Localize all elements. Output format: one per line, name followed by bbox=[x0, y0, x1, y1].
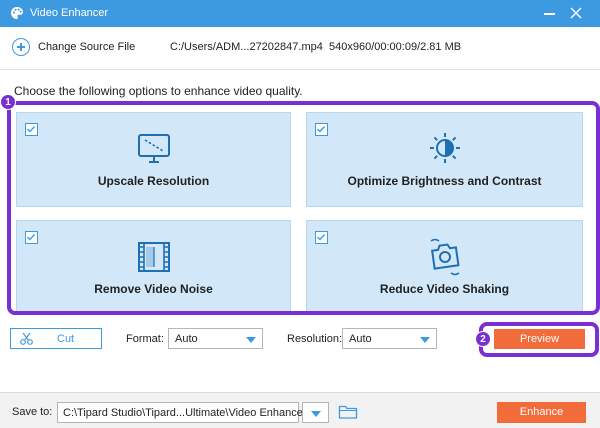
save-path-field[interactable]: C:\Tipard Studio\Tipard...Ultimate\Video… bbox=[57, 402, 307, 423]
divider bbox=[0, 69, 600, 70]
option-label: Upscale Resolution bbox=[97, 174, 210, 188]
source-file-row: Change Source File C:/Users/ADM...272028… bbox=[0, 27, 600, 69]
window-title: Video Enhancer bbox=[30, 7, 109, 19]
chevron-down-icon bbox=[420, 337, 430, 343]
minimize-button[interactable] bbox=[540, 3, 560, 23]
annotation-badge: 2 bbox=[475, 331, 491, 347]
palette-icon bbox=[11, 7, 23, 19]
format-value: Auto bbox=[175, 333, 198, 345]
footer-bar: Save to: C:\Tipard Studio\Tipard...Ultim… bbox=[0, 392, 600, 428]
chevron-down-icon bbox=[246, 337, 256, 343]
monitor-icon bbox=[137, 134, 170, 163]
save-path-dropdown-button[interactable] bbox=[302, 402, 329, 423]
optimize-brightness-checkbox[interactable] bbox=[315, 123, 328, 136]
brightness-icon bbox=[429, 133, 460, 163]
add-circle-icon[interactable] bbox=[12, 38, 30, 56]
cut-button[interactable]: Cut bbox=[10, 328, 102, 349]
camera-shake-icon bbox=[430, 238, 460, 276]
remove-noise-checkbox[interactable] bbox=[25, 231, 38, 244]
checkmark-icon bbox=[27, 126, 36, 133]
option-label: Remove Video Noise bbox=[94, 282, 213, 296]
scissors-icon bbox=[20, 332, 33, 345]
save-to-label: Save to: bbox=[12, 406, 53, 418]
change-source-file-button[interactable]: Change Source File bbox=[38, 41, 135, 53]
resolution-select[interactable]: Auto bbox=[342, 328, 437, 349]
title-bar: Video Enhancer bbox=[0, 0, 600, 27]
option-upscale-resolution[interactable]: Upscale Resolution bbox=[16, 112, 291, 207]
format-label: Format: bbox=[126, 333, 164, 345]
option-label: Optimize Brightness and Contrast bbox=[347, 174, 542, 188]
cut-label: Cut bbox=[57, 333, 75, 345]
close-icon bbox=[570, 7, 582, 19]
option-label: Reduce Video Shaking bbox=[379, 282, 510, 296]
folder-icon[interactable] bbox=[338, 404, 358, 420]
format-select[interactable]: Auto bbox=[168, 328, 263, 349]
option-reduce-video-shaking[interactable]: Reduce Video Shaking bbox=[306, 220, 583, 312]
close-button[interactable] bbox=[566, 3, 586, 23]
annotation-badge: 1 bbox=[0, 94, 16, 110]
resolution-value: Auto bbox=[349, 333, 372, 345]
resolution-label: Resolution: bbox=[287, 333, 343, 345]
option-optimize-brightness[interactable]: Optimize Brightness and Contrast bbox=[306, 112, 583, 207]
checkmark-icon bbox=[27, 234, 36, 241]
reduce-shaking-checkbox[interactable] bbox=[315, 231, 328, 244]
source-file-path: C:/Users/ADM...27202847.mp4 bbox=[170, 41, 323, 53]
enhance-button[interactable]: Enhance bbox=[497, 402, 586, 423]
instruction-text: Choose the following options to enhance … bbox=[14, 84, 303, 98]
film-icon bbox=[137, 242, 170, 272]
option-remove-video-noise[interactable]: Remove Video Noise bbox=[16, 220, 291, 312]
checkmark-icon bbox=[317, 234, 326, 241]
save-path-value: C:\Tipard Studio\Tipard...Ultimate\Video… bbox=[63, 407, 307, 419]
upscale-resolution-checkbox[interactable] bbox=[25, 123, 38, 136]
preview-button[interactable]: Preview bbox=[494, 329, 585, 349]
checkmark-icon bbox=[317, 126, 326, 133]
source-file-meta: 540x960/00:00:09/2.81 MB bbox=[329, 41, 462, 53]
